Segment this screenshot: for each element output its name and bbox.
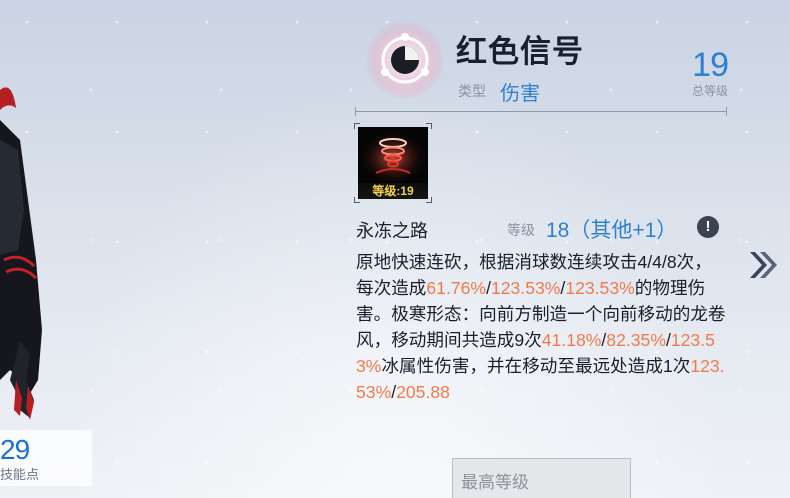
total-level-label: 总等级 bbox=[691, 84, 728, 98]
exclamation-icon[interactable]: ! bbox=[697, 216, 719, 238]
red-tornado-skill-icon[interactable]: 等级:19 bbox=[358, 127, 428, 199]
damage-value: 123.53% bbox=[490, 278, 561, 298]
divider-tick-right bbox=[726, 107, 727, 116]
type-value: 伤害 bbox=[500, 83, 540, 105]
divider-tick-left bbox=[355, 107, 356, 116]
icon-level-tag: 等级:19 bbox=[358, 183, 428, 199]
damage-value: 123.53% bbox=[565, 278, 635, 298]
skill-description: 原地快速连砍，根据消球数连续攻击4/4/8次，每次造成61.76%/123.53… bbox=[356, 249, 726, 405]
damage-value: 41.18% bbox=[541, 330, 602, 350]
subskill-level-value: 18（其他+1） bbox=[546, 219, 678, 242]
skill-points-value: 29 bbox=[0, 434, 30, 465]
red-signal-emblem-icon bbox=[365, 20, 445, 100]
damage-value: 61.76% bbox=[426, 278, 487, 298]
max-level-button[interactable]: 最高等级 bbox=[452, 458, 631, 498]
skill-points-panel: 29 技能点 bbox=[0, 430, 92, 486]
damage-value: 82.35% bbox=[606, 330, 666, 350]
damage-value: 205.88 bbox=[396, 382, 450, 402]
skill-points-label: 技能点 bbox=[0, 467, 40, 482]
character-portrait bbox=[0, 80, 50, 430]
type-label: 类型 bbox=[458, 83, 486, 99]
header-divider bbox=[355, 111, 727, 112]
skill-name: 红色信号 bbox=[456, 34, 584, 69]
total-level-value: 19 bbox=[692, 46, 729, 84]
double-chevron-right-icon[interactable] bbox=[746, 248, 780, 282]
description-text: 冰属性伤害，并在移动至最远处造成1次 bbox=[381, 356, 691, 376]
subskill-level-label: 等级 bbox=[507, 222, 535, 238]
subskill-name: 永冻之路 bbox=[356, 221, 428, 241]
